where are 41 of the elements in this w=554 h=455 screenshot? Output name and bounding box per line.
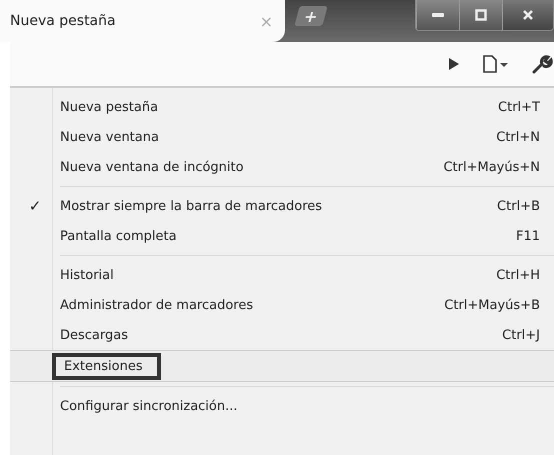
menu-item[interactable]: Historial Ctrl+H (10, 260, 554, 290)
minimize-button[interactable] (416, 0, 459, 30)
shortcut-label: F11 (516, 228, 540, 244)
shortcut-label: Ctrl+J (502, 328, 540, 342)
menu-item-label: Extensiones (52, 352, 161, 380)
menu-item-label: Nueva pestaña (60, 100, 160, 114)
close-icon (522, 9, 534, 21)
menu-item[interactable]: Nueva pestaña Ctrl+T (10, 92, 554, 122)
menu-item-label: Nueva ventana de incógnito (60, 160, 245, 174)
new-tab-button[interactable]: + (294, 6, 328, 26)
shortcut-label: Ctrl+N (496, 130, 540, 144)
minimize-icon (431, 12, 445, 18)
menu-item-label: Administrador de marcadores (60, 298, 254, 312)
menu-item[interactable]: ✓ Mostrar siempre la barra de marcadores Ctrl+B (10, 191, 554, 221)
menu-item[interactable]: Descargas Ctrl+J (10, 320, 554, 350)
menu-item[interactable]: Configurar sincronización... (10, 391, 554, 421)
menu-item-label: Nueva ventana (60, 130, 160, 144)
browser-tab[interactable]: Nueva pestaña × (0, 0, 285, 42)
maximize-button[interactable] (459, 0, 502, 30)
menu-item-label: Mostrar siempre la barra de marcadores (60, 198, 324, 214)
menu-item-label: Configurar sincronización... (60, 398, 239, 414)
checkmark-icon: ✓ (28, 197, 42, 215)
page-menu-icon[interactable] (482, 55, 510, 73)
shortcut-label: Ctrl+B (497, 198, 540, 214)
menu-item[interactable]: Pantalla completa F11 (10, 221, 554, 251)
close-button[interactable] (502, 0, 553, 30)
maximize-icon (475, 9, 487, 21)
play-icon[interactable] (448, 57, 460, 71)
shortcut-label: Ctrl+T (498, 100, 540, 114)
menu-item[interactable]: Nueva ventana de incógnito Ctrl+Mayús+N (10, 152, 554, 182)
menu-item-label: Pantalla completa (60, 228, 178, 244)
menu-item[interactable]: Nueva ventana Ctrl+N (10, 122, 554, 152)
shortcut-label: Ctrl+H (496, 268, 540, 282)
wrench-icon[interactable] (532, 54, 554, 74)
shortcut-label: Ctrl+Mayús+N (443, 160, 540, 174)
shortcut-label: Ctrl+Mayús+B (444, 298, 540, 312)
menu-item-label: Descargas (60, 328, 130, 342)
tab-title: Nueva pestaña (10, 13, 116, 29)
menu-item[interactable]: Administrador de marcadores Ctrl+Mayús+B (10, 290, 554, 320)
menu-item[interactable]: Extensiones (10, 350, 554, 382)
menu-item-label: Historial (60, 268, 115, 282)
